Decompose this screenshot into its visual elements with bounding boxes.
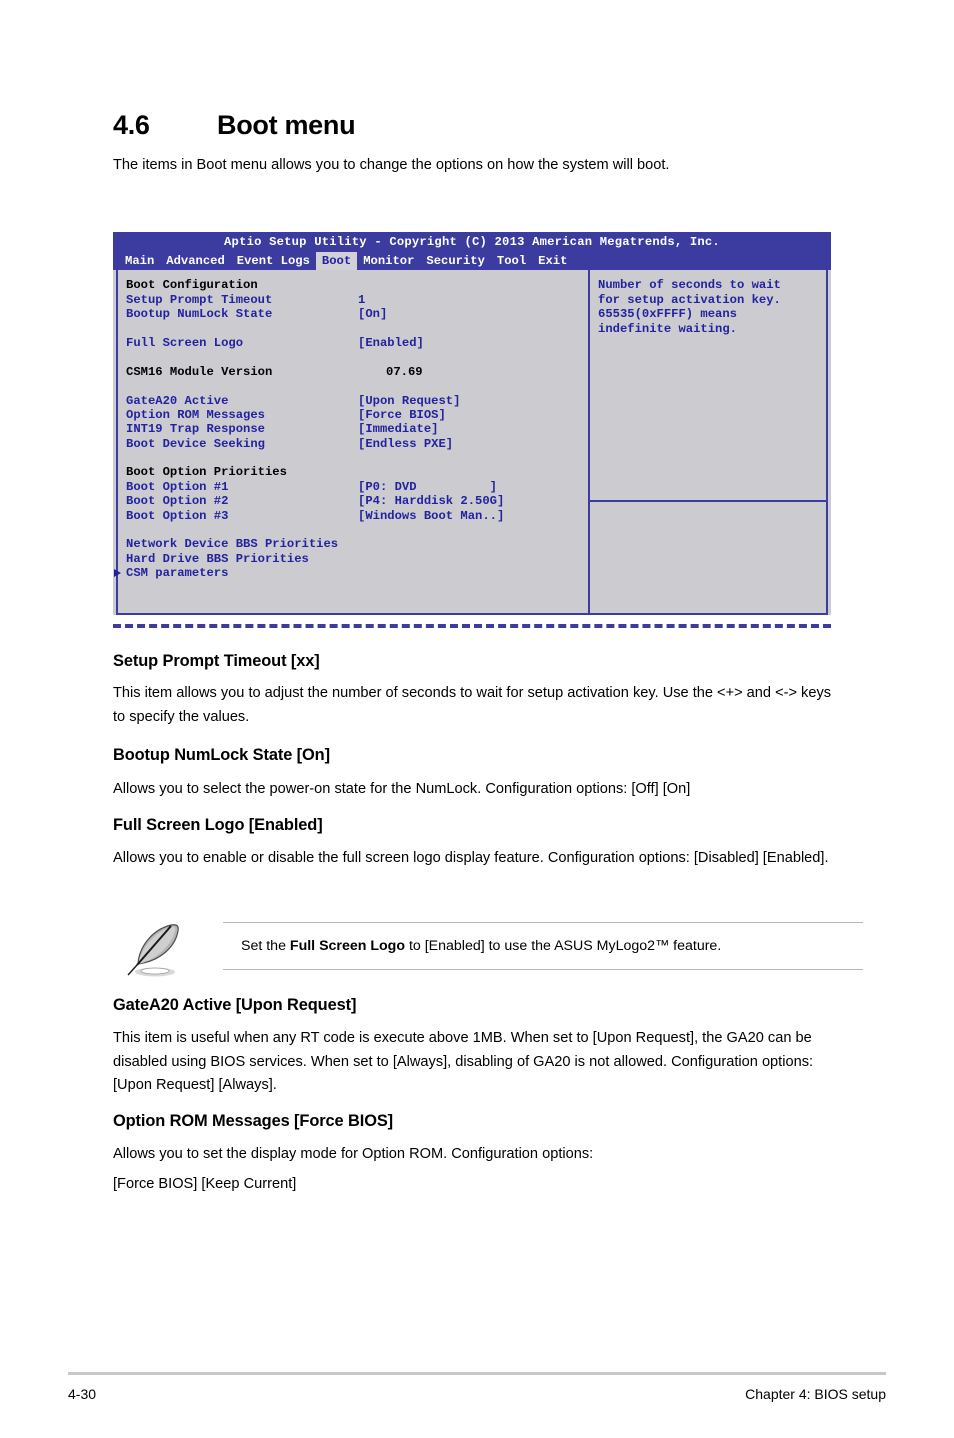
setting-value: [P0: DVD ] [358,479,497,494]
help-line: 65535(0xFFFF) means [598,307,737,322]
help-keys-pane [590,502,826,613]
footer-chapter: Chapter 4: BIOS setup [745,1386,886,1402]
setting-setup-prompt-timeout[interactable]: Setup Prompt Timeout 1 [126,293,588,307]
bios-tab-event-logs[interactable]: Event Logs [231,252,316,270]
submenu-label: Hard Drive BBS Priorities [126,551,309,566]
help-line: for setup activation key. [598,292,781,307]
item-body-gatea20-active: This item is useful when any RT code is … [113,1030,814,1093]
submenu-label: Network Device BBS Priorities [126,537,339,552]
item-body-option-rom-messages: Allows you to set the display mode for O… [113,1146,594,1162]
setting-gatea20-active[interactable]: GateA20 Active [Upon Request] [126,394,588,408]
bios-body: Boot Configuration Setup Prompt Timeout … [114,270,828,616]
group-heading-boot-configuration: Boot Configuration [126,278,588,292]
quill-pen-icon [127,924,179,977]
bios-tab-advanced[interactable]: Advanced [160,252,231,270]
setting-label: Boot Option #3 [126,508,229,523]
submenu-network-device-bbs-priorities[interactable]: Network Device BBS Priorities [126,537,588,551]
setting-option-rom-messages[interactable]: Option ROM Messages [Force BIOS] [126,408,588,422]
item-body-bootup-numlock-state: Allows you to select the power-on state … [113,781,691,797]
bios-tab-monitor[interactable]: Monitor [357,252,420,270]
bios-header: Aptio Setup Utility - Copyright (C) 2013… [113,232,831,271]
screenshot-divider [113,624,831,628]
setting-value: [On] [358,307,388,322]
bios-settings-pane: Boot Configuration Setup Prompt Timeout … [114,270,588,613]
setting-label: Option ROM Messages [126,407,265,422]
setting-full-screen-logo[interactable]: Full Screen Logo [Enabled] [126,336,588,350]
bios-tab-exit[interactable]: Exit [532,252,573,270]
footer-rule [68,1372,886,1375]
item-heading-setup-prompt-timeout: Setup Prompt Timeout [xx] [113,652,320,670]
setting-label: Setup Prompt Timeout [126,292,273,307]
setting-boot-device-seeking[interactable]: Boot Device Seeking [Endless PXE] [126,437,588,451]
setting-value: [Enabled] [358,335,424,350]
help-line: indefinite waiting. [598,321,737,336]
bios-utility-title: Aptio Setup Utility - Copyright (C) 2013… [224,235,720,249]
help-line: Number of seconds to wait [598,278,781,293]
item-heading-option-rom-messages: Option ROM Messages [Force BIOS] [113,1112,394,1130]
info-value: 07.69 [386,364,423,379]
note-box: Set the Full Screen Logo to [Enabled] to… [113,908,863,980]
submenu-csm-parameters[interactable]: CSM parameters [114,566,588,581]
submenu-label: CSM parameters [126,566,229,581]
setting-value: [Immediate] [358,422,439,437]
setting-label: Bootup NumLock State [126,307,273,322]
group-label: Boot Option Priorities [126,465,287,480]
section-intro: The items in Boot menu allows you to cha… [113,157,670,173]
item-heading-gatea20-active: GateA20 Active [Upon Request] [113,996,357,1014]
note-text: Set the Full Screen Logo to [Enabled] to… [223,938,721,954]
footer-page-number: 4-30 [68,1386,97,1402]
setting-bootup-numlock-state[interactable]: Bootup NumLock State [On] [126,307,588,321]
setting-value: [P4: Harddisk 2.50G] [358,494,505,509]
setting-boot-option-3[interactable]: Boot Option #3 [Windows Boot Man..] [126,509,588,523]
setting-label: GateA20 Active [126,393,229,408]
document-page: 4.6 Boot menu The items in Boot menu all… [0,0,954,1438]
item-heading-bootup-numlock-state: Bootup NumLock State [On] [113,746,330,764]
page-title: 4.6 Boot menu [113,110,873,141]
setting-label: Boot Option #1 [126,479,229,494]
triangle-right-icon [114,569,121,578]
setting-value: [Force BIOS] [358,407,446,422]
setting-value: [Upon Request] [358,393,461,408]
setting-label: Full Screen Logo [126,335,244,350]
setting-value: [Endless PXE] [358,436,454,451]
submenu-hard-drive-bbs-priorities[interactable]: Hard Drive BBS Priorities [126,552,588,566]
info-label: CSM16 Module Version [126,364,273,379]
setting-value: 1 [358,292,366,307]
setting-label: Boot Device Seeking [126,436,265,451]
note-text-container: Set the Full Screen Logo to [Enabled] to… [223,922,863,970]
section-number: 4.6 [113,110,150,140]
bios-tab-main[interactable]: Main [119,252,160,270]
note-text-bold: Full Screen Logo [289,938,405,954]
group-heading-boot-option-priorities: Boot Option Priorities [126,465,588,479]
item-body-option-rom-options: [Force BIOS] [Keep Current] [113,1176,297,1192]
bios-tab-tool[interactable]: Tool [491,252,532,270]
setting-label: INT19 Trap Response [126,422,265,437]
bios-tab-security[interactable]: Security [420,252,491,270]
setting-boot-option-2[interactable]: Boot Option #2 [P4: Harddisk 2.50G] [126,494,588,508]
bios-tab-boot[interactable]: Boot [315,252,358,271]
item-body-full-screen-logo: Allows you to enable or disable the full… [113,850,829,866]
item-heading-full-screen-logo: Full Screen Logo [Enabled] [113,816,323,834]
setting-int19-trap-response[interactable]: INT19 Trap Response [Immediate] [126,422,588,436]
section-title: Boot menu [217,110,356,140]
group-label: Boot Configuration [126,278,258,293]
bios-screenshot: Aptio Setup Utility - Copyright (C) 2013… [113,232,831,616]
info-csm16-module-version: CSM16 Module Version 07.69 [126,365,588,379]
bios-menu-bar: Main Advanced Event Logs Boot Monitor Se… [113,251,831,271]
note-text-before: Set the [241,938,290,954]
setting-boot-option-1[interactable]: Boot Option #1 [P0: DVD ] [126,480,588,494]
setting-value: [Windows Boot Man..] [358,508,505,523]
item-body-setup-prompt-timeout: This item allows you to adjust the numbe… [113,685,832,725]
setting-label: Boot Option #2 [126,494,229,509]
bios-help-pane: Number of seconds to wait for setup acti… [588,270,826,614]
help-text: Number of seconds to wait for setup acti… [590,270,826,503]
note-text-after: to [Enabled] to use the ASUS MyLogo2™ fe… [405,938,722,954]
